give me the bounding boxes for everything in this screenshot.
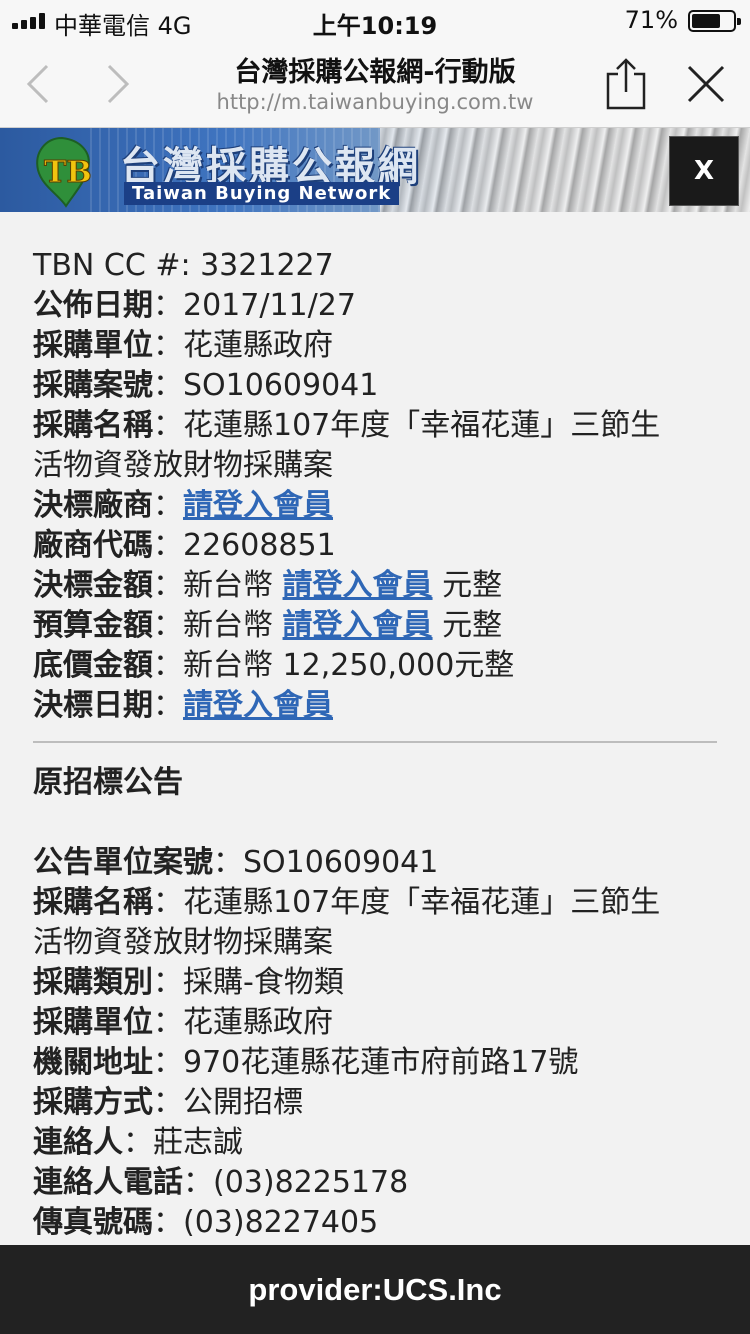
login-link[interactable]: 請登入會員	[283, 608, 433, 643]
agency-row: 採購單位：花蓮縣政府	[33, 328, 333, 363]
award-date-row: 決標日期：請登入會員	[33, 688, 333, 723]
section-title: 原招標公告	[33, 765, 183, 800]
procurement-name-row: 採購名稱：花蓮縣107年度「幸福花蓮」三節生 活物資發放財物採購案	[33, 408, 661, 483]
battery-icon	[688, 10, 741, 32]
award-details: TBN CC #: 3321227 公佈日期：2017/11/27 採購單位：花…	[0, 212, 700, 726]
banner-subtitle: Taiwan Buying Network	[124, 182, 400, 205]
case-number-row: 採購案號：SO10609041	[33, 368, 379, 403]
share-icon	[606, 58, 646, 110]
publish-date-row: 公佈日期：2017/11/27	[33, 288, 356, 323]
footer: provider:UCS.Inc	[0, 1245, 750, 1334]
main-content: TBN CC #: 3321227 公佈日期：2017/11/27 採購單位：花…	[0, 212, 750, 1245]
tb-logo-icon: TB	[36, 136, 92, 208]
status-bar: 中華電信 4G 上午10:19 71%	[0, 0, 750, 40]
tender-case-number-row: 公告單位案號：SO10609041	[33, 845, 439, 880]
address-row: 機關地址：970花蓮縣花蓮市府前路17號	[33, 1045, 579, 1080]
base-price-row: 底價金額：新台幣 12,250,000元整	[33, 648, 515, 683]
battery-percentage: 71%	[624, 6, 678, 34]
method-row: 採購方式：公開招標	[33, 1085, 303, 1120]
browser-nav-bar: 台灣採購公報網-行動版 http://m.taiwanbuying.com.tw	[0, 40, 750, 128]
provider-text: provider:UCS.Inc	[248, 1271, 502, 1307]
close-tab-button[interactable]	[676, 54, 736, 114]
share-button[interactable]	[596, 54, 656, 114]
fax-row: 傳真號碼：(03)8227405	[33, 1205, 379, 1240]
phone-row: 連絡人電話：(03)8225178	[33, 1165, 409, 1200]
login-link[interactable]: 請登入會員	[183, 488, 333, 523]
login-link[interactable]: 請登入會員	[283, 568, 433, 603]
banner-close-button[interactable]: X	[669, 136, 739, 206]
site-banner[interactable]: TB 台灣採購公報網 Taiwan Buying Network	[0, 128, 750, 212]
vendor-code-row: 廠商代碼：22608851	[33, 528, 336, 563]
category-row: 採購類別：採購-食物類	[33, 965, 344, 1000]
original-tender-details: 公告單位案號：SO10609041 採購名稱：花蓮縣107年度「幸福花蓮」三節生…	[0, 803, 700, 1243]
budget-amount-row: 預算金額：新台幣 請登入會員 元整	[33, 608, 503, 643]
contact-row: 連絡人：莊志誠	[33, 1125, 243, 1160]
tbn-row: TBN CC #: 3321227	[33, 248, 334, 283]
close-icon	[687, 65, 725, 103]
tender-name-row: 採購名稱：花蓮縣107年度「幸福花蓮」三節生 活物資發放財物採購案	[33, 885, 661, 960]
tender-agency-row: 採購單位：花蓮縣政府	[33, 1005, 333, 1040]
vendor-row: 決標廠商：請登入會員	[33, 488, 333, 523]
award-amount-row: 決標金額：新台幣 請登入會員 元整	[33, 568, 503, 603]
svg-text:TB: TB	[44, 155, 92, 190]
login-link[interactable]: 請登入會員	[183, 688, 333, 723]
